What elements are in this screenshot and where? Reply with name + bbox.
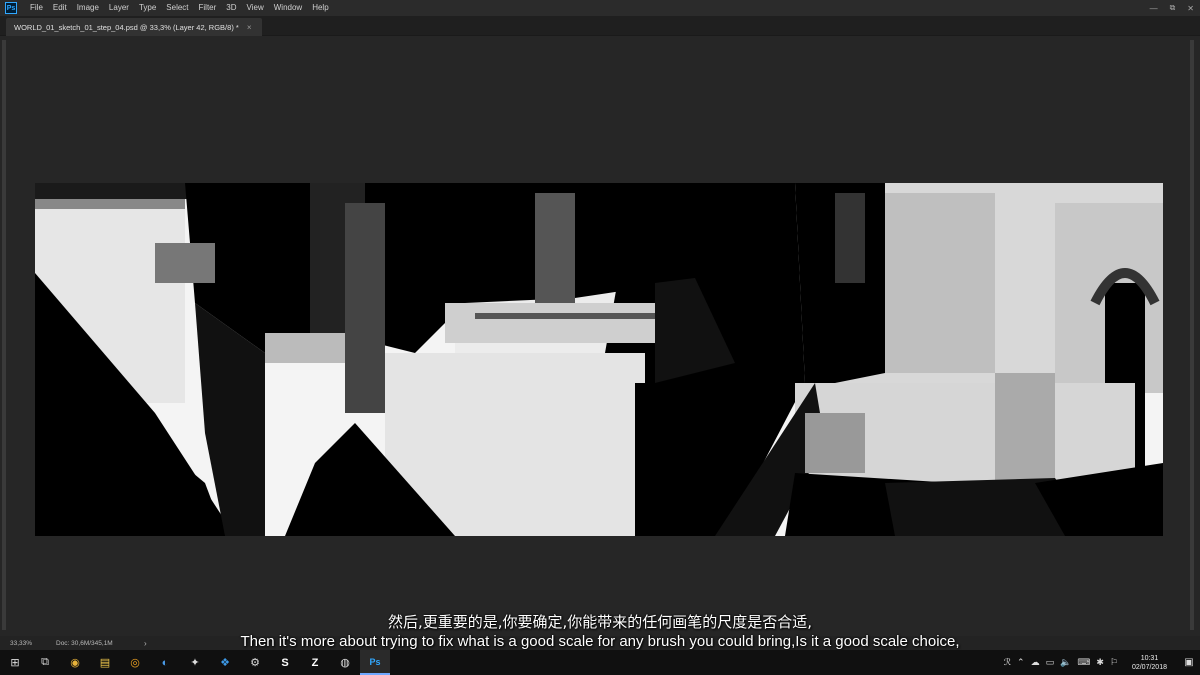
blender-icon[interactable]: ◎ <box>120 650 150 675</box>
tab-close-icon[interactable]: × <box>247 23 252 32</box>
chrome-icon[interactable]: ◉ <box>60 650 90 675</box>
menu-layer[interactable]: Layer <box>104 0 134 16</box>
photoshop-logo-icon[interactable]: Ps <box>5 2 17 14</box>
onedrive-icon[interactable]: ☁ <box>1028 657 1043 668</box>
file-explorer-icon[interactable]: ▤ <box>90 650 120 675</box>
menu-view[interactable]: View <box>242 0 269 16</box>
subtitle-chinese: 然后,更重要的是,你要确定,你能带来的任何画笔的尺度是否合适, <box>387 613 813 631</box>
taskbar-clock[interactable]: 10:31 02/07/2018 <box>1121 654 1178 672</box>
menu-3d[interactable]: 3D <box>221 0 241 16</box>
window-controls: — ⧉ ✕ <box>1150 0 1194 16</box>
start-icon[interactable]: ⊞ <box>0 650 30 675</box>
sketch-artwork <box>35 183 1163 536</box>
clock-date: 02/07/2018 <box>1131 663 1167 671</box>
close-icon[interactable]: ✕ <box>1187 4 1194 13</box>
vertical-scrollbar[interactable] <box>1190 40 1194 630</box>
notifications-icon[interactable]: ▣ <box>1178 657 1200 668</box>
app-icon-circle[interactable]: ◍ <box>330 650 360 675</box>
task-view-icon[interactable]: ⧉ <box>30 650 60 675</box>
left-panel-edge <box>2 40 6 630</box>
dropbox-icon[interactable]: ❖ <box>210 650 240 675</box>
restore-icon[interactable]: ⧉ <box>1170 3 1176 13</box>
menu-edit[interactable]: Edit <box>48 0 72 16</box>
app-icon-bird[interactable]: ✦ <box>180 650 210 675</box>
skype-icon[interactable]: S <box>270 650 300 675</box>
minimize-icon[interactable]: — <box>1150 4 1158 13</box>
menu-window[interactable]: Window <box>269 0 307 16</box>
clock-time: 10:31 <box>1140 654 1159 662</box>
photoshop-icon[interactable]: Ps <box>360 650 390 675</box>
windows-taskbar: ⊞ ⧉ ◉ ▤ ◎ ◐ ✦ ❖ ⚙ S Z ◍ Ps ℛ ⌃ ☁ ▭ 🔈 ⌨ ✱… <box>0 650 1200 675</box>
app-icon-blue[interactable]: ◐ <box>150 650 180 675</box>
menu-help[interactable]: Help <box>307 0 333 16</box>
document-canvas[interactable] <box>35 183 1163 536</box>
people-icon[interactable]: ℛ <box>1001 657 1014 668</box>
menu-bar: Ps File Edit Image Layer Type Select Fil… <box>0 0 1200 16</box>
document-tab-bar: WORLD_01_sketch_01_step_04.psd @ 33,3% (… <box>0 16 1200 36</box>
pen-icon[interactable]: ⚐ <box>1107 657 1121 668</box>
menu-filter[interactable]: Filter <box>194 0 222 16</box>
filezilla-icon[interactable]: Z <box>300 650 330 675</box>
menu-type[interactable]: Type <box>134 0 161 16</box>
document-tab[interactable]: WORLD_01_sketch_01_step_04.psd @ 33,3% (… <box>6 18 262 36</box>
show-hidden-icons-icon[interactable]: ⌃ <box>1014 657 1028 668</box>
menu-image[interactable]: Image <box>72 0 104 16</box>
subtitle-english: Then it's more about trying to fix what … <box>240 633 960 650</box>
menu-file[interactable]: File <box>25 0 48 16</box>
document-tab-title: WORLD_01_sketch_01_step_04.psd @ 33,3% (… <box>14 22 239 32</box>
battery-icon[interactable]: ▭ <box>1043 657 1058 668</box>
system-tray: ℛ ⌃ ☁ ▭ 🔈 ⌨ ✱ ⚐ 10:31 02/07/2018 ▣ <box>1001 650 1200 675</box>
settings-icon[interactable]: ⚙ <box>240 650 270 675</box>
keyboard-icon[interactable]: ⌨ <box>1074 657 1093 668</box>
network-icon[interactable]: ✱ <box>1093 657 1107 668</box>
volume-icon[interactable]: 🔈 <box>1057 657 1074 668</box>
menu-select[interactable]: Select <box>161 0 193 16</box>
